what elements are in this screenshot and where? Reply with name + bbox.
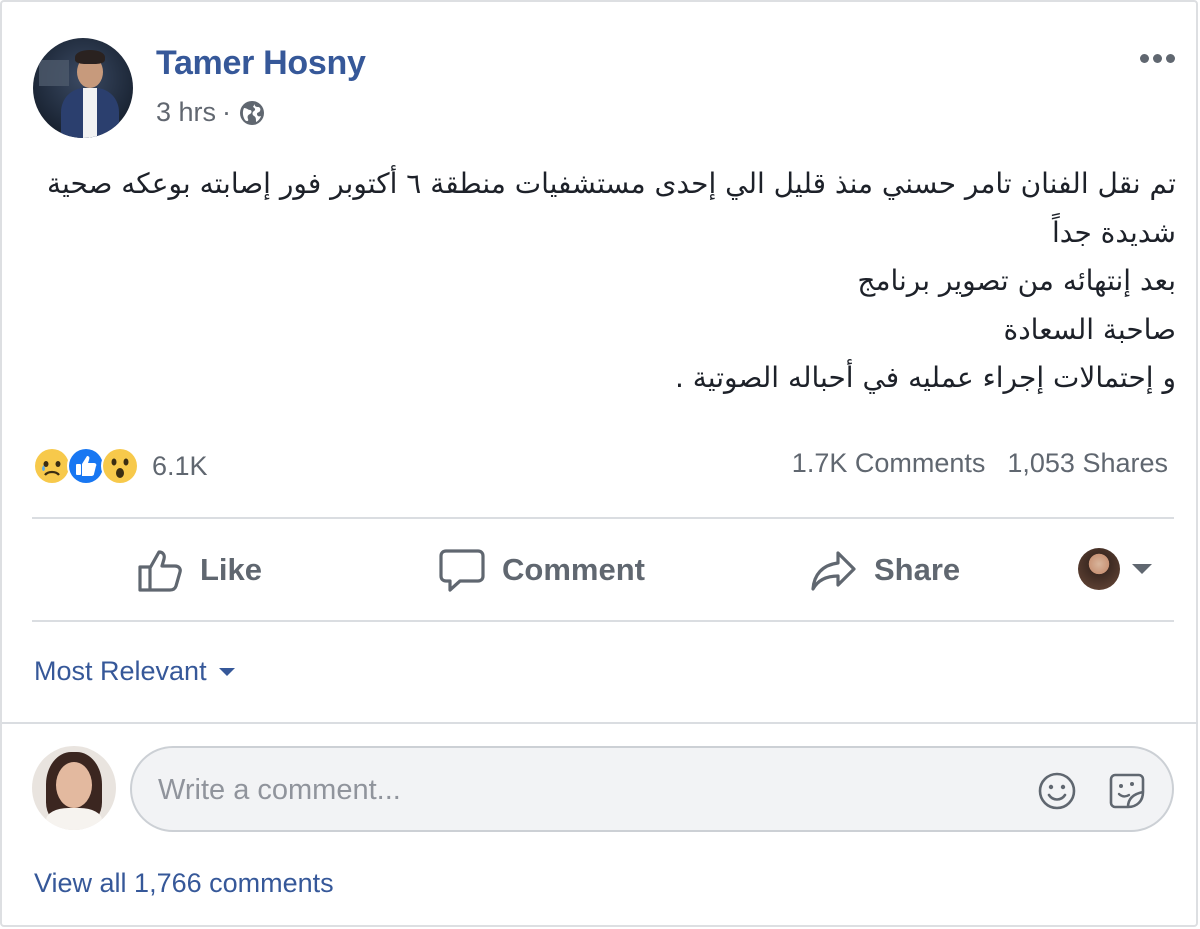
comment-bubble-icon <box>439 549 485 592</box>
share-button[interactable]: Share <box>810 540 960 600</box>
comment-input-box <box>130 746 1174 832</box>
divider <box>2 722 1198 724</box>
comments-count-link[interactable]: 1.7K Comments <box>792 448 986 479</box>
sort-label: Most Relevant <box>34 656 207 686</box>
comment-button[interactable]: Comment <box>438 540 645 600</box>
post-text-line: تم نقل الفنان تامر حسني منذ قليل الي إحد… <box>47 167 1176 249</box>
meta-separator: · <box>222 97 232 127</box>
chevron-down-icon <box>1132 564 1152 574</box>
sticker-icon[interactable] <box>1106 770 1148 812</box>
divider <box>32 620 1174 622</box>
comment-input[interactable] <box>158 766 998 814</box>
wow-reaction-icon <box>101 447 139 485</box>
reactions-summary[interactable]: 6.1K <box>32 446 208 486</box>
globe-icon[interactable] <box>237 98 267 128</box>
post-timestamp[interactable]: 3 hrs <box>156 97 216 128</box>
share-arrow-icon <box>811 551 856 591</box>
author-name[interactable]: Tamer Hosny <box>156 44 366 83</box>
post-meta: 3 hrs · <box>156 97 267 128</box>
share-label: Share <box>874 552 961 587</box>
shares-count-link[interactable]: 1,053 Shares <box>1007 448 1168 479</box>
post-text-line: و إحتمالات إجراء عمليه في أحباله الصوتية… <box>674 361 1176 394</box>
viewer-avatar <box>1078 548 1120 590</box>
emoji-icon[interactable] <box>1036 770 1078 812</box>
post-card: Tamer Hosny 3 hrs · تم نقل الفنان تامر ح… <box>0 0 1198 927</box>
comment-sort-dropdown[interactable]: Most Relevant <box>34 656 235 687</box>
chevron-down-icon <box>218 667 235 676</box>
thumbs-up-icon <box>138 550 182 592</box>
view-all-comments-link[interactable]: View all 1,766 comments <box>34 868 334 899</box>
audience-selector[interactable] <box>1078 548 1152 590</box>
like-button[interactable]: Like <box>136 540 262 600</box>
divider <box>32 517 1174 519</box>
post-text-line: صاحبة السعادة <box>1003 312 1176 346</box>
more-options-icon[interactable] <box>1140 50 1184 66</box>
post-text-line: بعد إنتهائه من تصوير برنامج <box>857 264 1176 297</box>
post-stats: 1.7K Comments 1,053 Shares <box>792 448 1168 479</box>
post-actions: Like Comment Share <box>32 540 1174 600</box>
reaction-count: 6.1K <box>152 450 208 481</box>
post-text: تم نقل الفنان تامر حسني منذ قليل الي إحد… <box>42 160 1176 403</box>
commenter-avatar[interactable] <box>32 746 116 830</box>
like-label: Like <box>200 552 263 587</box>
comment-label: Comment <box>502 552 645 587</box>
author-avatar[interactable] <box>33 38 133 138</box>
